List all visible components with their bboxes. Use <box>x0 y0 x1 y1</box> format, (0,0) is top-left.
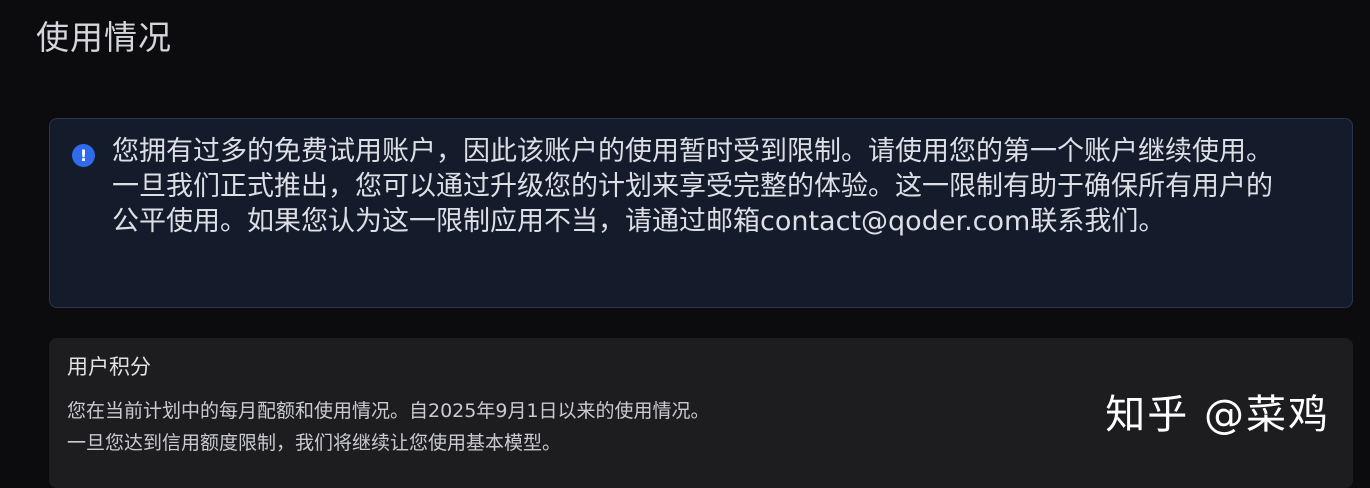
info-circle-icon: ! <box>72 144 95 167</box>
page-title: 使用情况 <box>36 18 172 57</box>
alert-message: 您拥有过多的免费试用账户，因此该账户的使用暂时受到限制。请使用您的第一个账户继续… <box>112 134 1332 239</box>
alert-message-line: 一旦我们正式推出，您可以通过升级您的计划来享受完整的体验。这一限制有助于确保所有… <box>112 171 1273 202</box>
alert-message-line: 您拥有过多的免费试用账户，因此该账户的使用暂时受到限制。请使用您的第一个账户继续… <box>112 136 1273 167</box>
credits-description-line: 一旦您达到信用额度限制，我们将继续让您使用基本模型。 <box>67 432 562 454</box>
usage-restriction-alert: ! 您拥有过多的免费试用账户，因此该账户的使用暂时受到限制。请使用您的第一个账户… <box>49 118 1353 308</box>
credits-description: 您在当前计划中的每月配额和使用情况。自2025年9月1日以来的使用情况。 一旦您… <box>67 395 710 459</box>
credits-title: 用户积分 <box>67 355 151 379</box>
watermark-text: 知乎 @菜鸡 <box>1105 392 1330 438</box>
credits-description-line: 您在当前计划中的每月配额和使用情况。自2025年9月1日以来的使用情况。 <box>67 400 710 422</box>
alert-message-line: 公平使用。如果您认为这一限制应用不当，请通过邮箱contact@qoder.co… <box>112 206 1166 237</box>
